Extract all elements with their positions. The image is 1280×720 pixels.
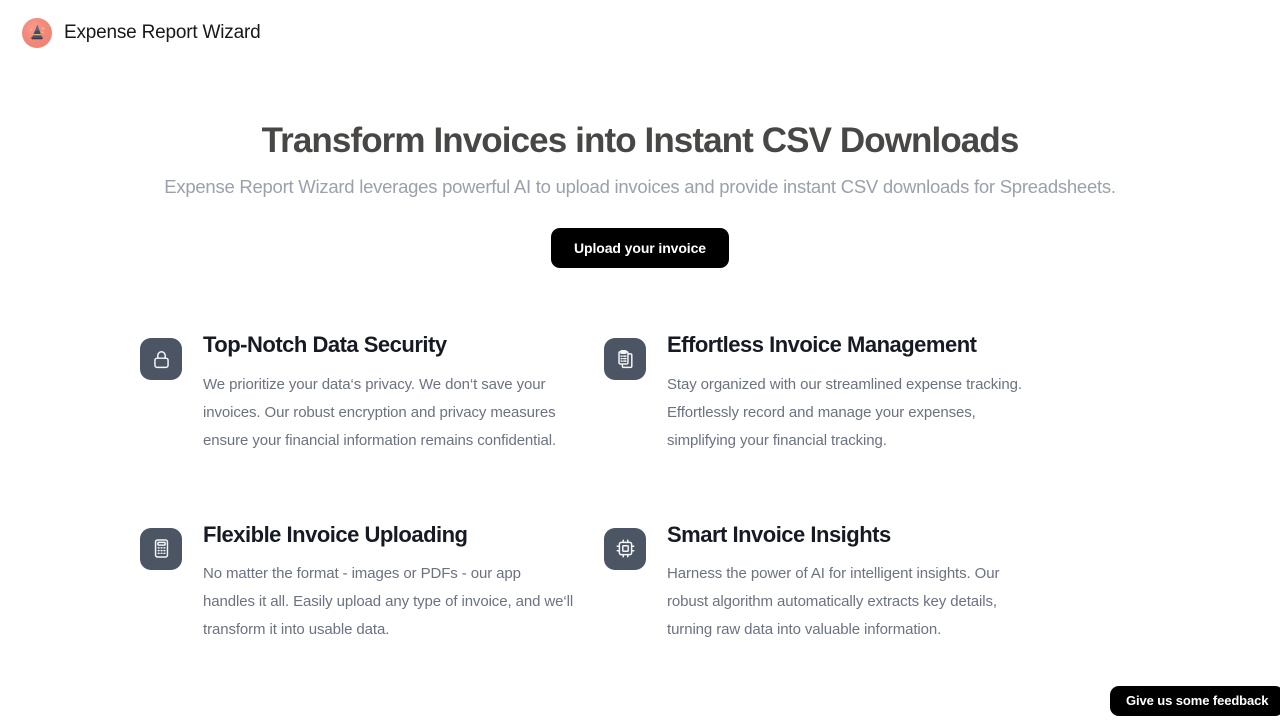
feature-card-invoice-uploading: Flexible Invoice Uploading No matter the… <box>140 521 604 645</box>
give-feedback-button[interactable]: Give us some feedback <box>1110 686 1280 717</box>
feature-card-invoice-management: Effortless Invoice Management Stay organ… <box>604 331 1068 455</box>
feature-title: Flexible Invoice Uploading <box>203 521 468 547</box>
feature-card-invoice-insights: Smart Invoice Insights Harness the power… <box>604 521 1068 645</box>
cpu-chip-icon <box>604 527 646 570</box>
brand-name: Expense Report Wizard <box>64 22 261 43</box>
calculator-icon <box>140 527 182 570</box>
feature-body: Effortless Invoice Management Stay organ… <box>667 331 1068 455</box>
feature-body: Top-Notch Data Security We prioritize yo… <box>203 331 604 455</box>
feature-title: Effortless Invoice Management <box>667 332 977 358</box>
feature-description: Stay organized with our streamlined expe… <box>667 375 1022 449</box>
brand-logo-link[interactable]: Expense Report Wizard <box>22 17 261 48</box>
feature-description: We prioritize your data‘s privacy. We do… <box>203 375 557 449</box>
feature-body: Flexible Invoice Uploading No matter the… <box>203 521 604 645</box>
wizard-hat-icon <box>22 17 52 48</box>
site-header: Expense Report Wizard <box>0 0 1280 65</box>
feature-description: Harness the power of AI for intelligent … <box>667 565 1000 639</box>
feature-body: Smart Invoice Insights Harness the power… <box>667 521 1068 645</box>
features-grid: Top-Notch Data Security We prioritize yo… <box>140 268 1140 644</box>
hero-subtitle: Expense Report Wizard leverages powerful… <box>164 176 1116 198</box>
feature-title: Smart Invoice Insights <box>667 521 891 547</box>
feature-card-data-security: Top-Notch Data Security We prioritize yo… <box>140 331 604 455</box>
clipboard-copy-icon <box>604 338 646 381</box>
page-title: Transform Invoices into Instant CSV Down… <box>261 121 1020 160</box>
lock-icon <box>140 338 182 381</box>
feature-description: No matter the format - images or PDFs - … <box>203 565 574 639</box>
upload-invoice-button[interactable]: Upload your invoice <box>551 228 729 269</box>
hero-section: Transform Invoices into Instant CSV Down… <box>0 65 1280 269</box>
feature-title: Top-Notch Data Security <box>203 332 447 358</box>
